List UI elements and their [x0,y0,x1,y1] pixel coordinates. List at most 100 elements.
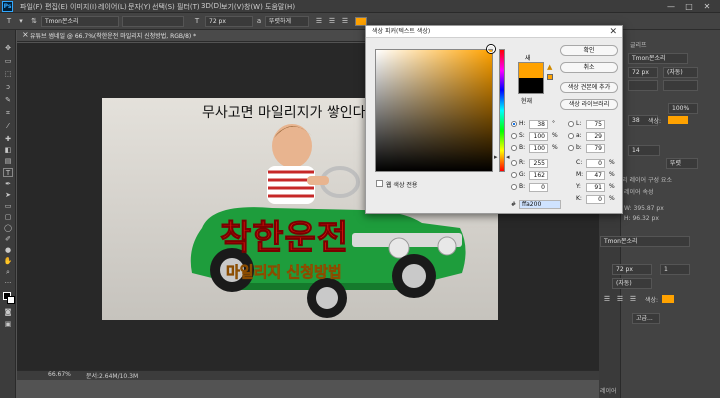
character-tracking-field[interactable] [663,80,698,91]
advanced-button[interactable]: 고급... [632,313,660,324]
chevron-down-icon[interactable]: ▾ [16,16,26,26]
m-input[interactable]: 47 [586,171,605,180]
ellipse-tool-icon[interactable]: ◯ [3,224,13,233]
close-window-button[interactable]: ✕ [700,1,714,12]
radio-g[interactable] [511,172,517,178]
radio-l[interactable] [568,121,574,127]
path-select-tool-icon[interactable]: ➤ [3,191,13,200]
color-field-cursor[interactable] [487,45,495,53]
blue-input[interactable]: 0 [529,183,548,192]
lasso-tool-icon[interactable]: ↄ [3,83,13,92]
radio-s[interactable] [511,133,517,139]
menu-select[interactable]: 선택(S) [152,2,175,12]
gradient-tool-icon[interactable]: ▤ [3,157,13,166]
radio-b[interactable] [511,145,517,151]
character-color-swatch[interactable] [668,116,688,124]
healing-brush-tool-icon[interactable]: ✚ [3,135,13,144]
text-orientation-icon[interactable]: ⇅ [29,16,39,26]
menu-layer[interactable]: 레이어(L) [98,2,127,12]
dialog-close-button[interactable]: ✕ [609,26,617,38]
character-leading-field[interactable]: (자동) [663,67,698,78]
gamut-warning-icon[interactable]: ▲ [547,63,552,71]
small-size-field[interactable]: 14 [628,145,660,156]
h-input[interactable]: 38 [529,120,548,129]
more-tools-icon[interactable]: ··· [3,279,13,288]
brush-tool-icon[interactable]: ✐ [3,235,13,244]
c-input[interactable]: 0 [586,159,605,168]
current-color-swatch[interactable] [518,78,544,94]
screen-mode-icon[interactable]: ▣ [3,320,13,329]
glyphs-tab[interactable]: 글리프 [630,40,647,49]
character-kerning-field[interactable] [628,80,658,91]
hue-slider-right-arrow[interactable]: ◂ [506,153,510,161]
menu-file[interactable]: 파일(F) [20,2,42,12]
hue-slider-left-arrow[interactable]: ▸ [494,153,498,161]
crop-tool-icon[interactable]: ⌗ [3,109,13,118]
font-size-select[interactable]: 72 px [205,16,253,27]
hue-slider[interactable] [499,49,505,172]
hex-input[interactable]: ffa200 [519,200,561,209]
properties-font-select[interactable]: Tmon몬소리 [600,236,690,247]
quick-select-tool-icon[interactable]: ✎ [3,96,13,105]
move-tool-icon[interactable]: ✥ [3,44,13,53]
l-input[interactable]: 75 [586,120,605,129]
menu-view[interactable]: 보기(V) [221,2,244,12]
radio-blue[interactable] [511,184,517,190]
menu-edit[interactable]: 편집(E) [45,2,68,12]
align-left-icon[interactable]: ☰ [314,16,324,26]
menu-window[interactable]: 창(W) [244,2,263,12]
web-safe-icon[interactable] [547,74,553,80]
k-input[interactable]: 0 [586,195,605,204]
maximize-button[interactable]: □ [682,1,696,12]
properties-scale-field[interactable]: 1 [660,264,690,275]
zoom-tool-icon[interactable]: ⌕ [3,268,13,277]
zoom-level[interactable]: 66.67% [48,371,71,378]
menu-help[interactable]: 도움말(H) [265,2,295,12]
character-font-select[interactable]: Tmon몬소리 [628,53,688,64]
b-input[interactable]: 100 [529,144,548,153]
minimize-button[interactable]: — [664,1,678,12]
radio-r[interactable] [511,160,517,166]
r-input[interactable]: 255 [529,159,548,168]
ok-button[interactable]: 확인 [560,45,618,56]
rectangle-tool-icon[interactable]: ▭ [3,202,13,211]
align-right-icon[interactable]: ☰ [628,294,638,304]
menu-3d[interactable]: 3D(D) [201,2,222,10]
eyedropper-tool-icon[interactable]: ⁄ [3,122,13,131]
character-scale-field[interactable]: 100% [668,103,698,114]
artboard-tool-icon[interactable]: ▭ [3,57,13,66]
eraser-tool-icon[interactable]: ◧ [3,146,13,155]
radio-a[interactable] [568,133,574,139]
radio-lab-b[interactable] [568,145,574,151]
align-left-icon[interactable]: ☰ [602,294,612,304]
dodge-tool-icon[interactable]: ● [3,246,13,255]
menu-type[interactable]: 문자(Y) [128,2,151,12]
layers-tab[interactable]: 레이어 [600,386,617,395]
menu-image[interactable]: 이미지(I) [70,2,97,12]
align-center-icon[interactable]: ☰ [615,294,625,304]
close-tab-icon[interactable]: × [22,30,29,39]
y-input[interactable]: 91 [586,183,605,192]
quick-mask-icon[interactable]: ◙ [3,308,13,317]
web-only-checkbox[interactable] [376,180,383,187]
properties-leading-field[interactable]: (자동) [612,278,652,289]
cancel-button[interactable]: 취소 [560,62,618,73]
align-right-icon[interactable]: ☰ [340,16,350,26]
lab-b-input[interactable]: 79 [586,144,605,153]
hand-tool-icon[interactable]: ✋ [3,257,13,266]
align-center-icon[interactable]: ☰ [327,16,337,26]
add-to-swatches-button[interactable]: 색상 견본에 추가 [560,82,618,93]
antialias-panel-select[interactable]: 뚜렷 [666,158,698,169]
custom-shape-tool-icon[interactable]: ▢ [3,213,13,222]
properties-size-field[interactable]: 72 px [612,264,652,275]
g-input[interactable]: 162 [529,171,548,180]
s-input[interactable]: 100 [529,132,548,141]
type-tool-icon[interactable]: T [3,168,13,177]
a-input[interactable]: 29 [586,132,605,141]
color-libraries-button[interactable]: 색상 라이브러리 [560,99,618,110]
marquee-tool-icon[interactable]: ⬚ [3,70,13,79]
radio-h[interactable] [511,121,517,127]
pen-tool-icon[interactable]: ✒ [3,180,13,189]
font-family-select[interactable]: Tmon몬소리 [41,16,119,27]
saturation-brightness-field[interactable] [375,49,493,172]
